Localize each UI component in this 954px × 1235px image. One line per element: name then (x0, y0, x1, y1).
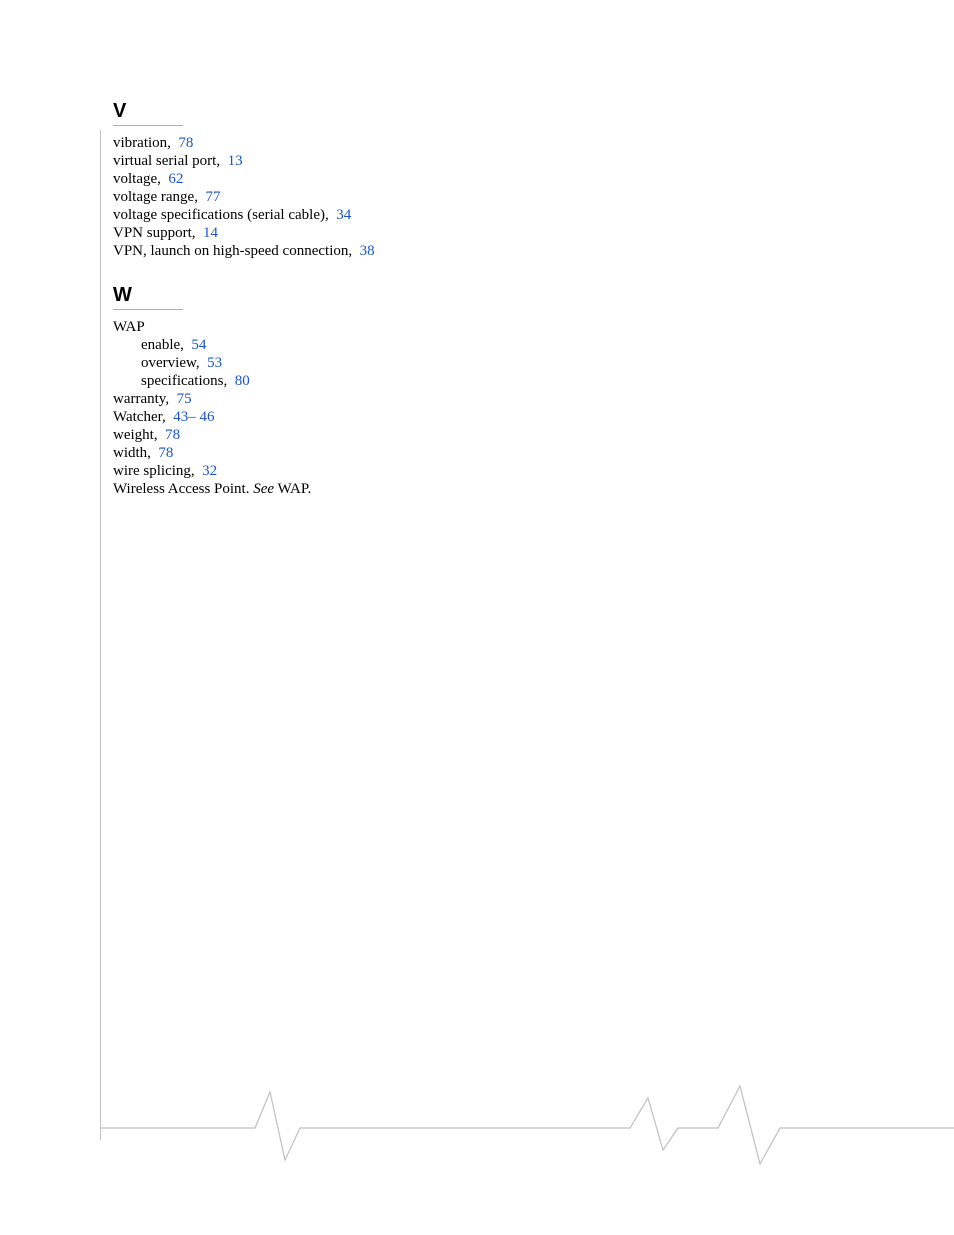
footer-wave-decoration (100, 1080, 954, 1170)
entry-voltage: voltage, 62 (113, 170, 673, 188)
page-link[interactable]: 32 (202, 463, 217, 479)
entry-sep: , (157, 171, 161, 187)
page-link[interactable]: 53 (207, 355, 222, 371)
entry-sep: , (180, 337, 184, 353)
index-page: V vibration, 78 virtual serial port, 13 … (0, 0, 954, 1235)
entry-sep: , (162, 409, 166, 425)
section-w-entries: WAP enable, 54 overview, 53 specificatio… (113, 318, 673, 498)
page-link[interactable]: 78 (158, 445, 173, 461)
entry-wireless-access-point: Wireless Access Point. See WAP. (113, 480, 673, 498)
page-link[interactable]: 78 (178, 135, 193, 151)
entry-text: width (113, 445, 147, 461)
entry-text: vibration (113, 135, 167, 151)
heading-underline (113, 125, 183, 126)
entry-virtual-serial-port: virtual serial port, 13 (113, 152, 673, 170)
entry-voltage-range: voltage range, 77 (113, 188, 673, 206)
entry-sep: , (216, 153, 220, 169)
entry-width: width, 78 (113, 444, 673, 462)
entry-wap: WAP (113, 318, 673, 336)
entry-suffix: WAP. (274, 481, 311, 497)
subentry-wap-specifications: specifications, 80 (141, 372, 673, 390)
page-link-from[interactable]: 43 (173, 409, 188, 425)
page-link[interactable]: 80 (235, 373, 250, 389)
entry-sep: , (196, 355, 200, 371)
entry-sep: , (325, 207, 329, 223)
section-heading-v: V (113, 100, 673, 128)
entry-sep: , (192, 225, 196, 241)
entry-text: voltage specifications (serial cable) (113, 207, 325, 223)
subentry-wap-overview: overview, 53 (141, 354, 673, 372)
left-margin-rule (100, 130, 101, 1140)
entry-text: overview (141, 355, 196, 371)
heading-underline (113, 309, 183, 310)
entry-text: weight (113, 427, 154, 443)
page-link[interactable]: 54 (191, 337, 206, 353)
entry-text: WAP (113, 319, 145, 335)
index-content: V vibration, 78 virtual serial port, 13 … (113, 100, 673, 522)
entry-text: wire splicing (113, 463, 191, 479)
entry-text: virtual serial port (113, 153, 216, 169)
entry-prefix: Wireless Access Point. (113, 481, 253, 497)
entry-text: enable (141, 337, 180, 353)
section-heading-v-label: V (113, 100, 126, 122)
entry-watcher: Watcher, 43– 46 (113, 408, 673, 426)
entry-vpn-launch: VPN, launch on high-speed connection, 38 (113, 242, 673, 260)
entry-sep: , (348, 243, 352, 259)
entry-vibration: vibration, 78 (113, 134, 673, 152)
entry-sep: , (191, 463, 195, 479)
wap-subentries: enable, 54 overview, 53 specifications, … (141, 336, 673, 390)
see-word: See (253, 481, 274, 497)
entry-wire-splicing: wire splicing, 32 (113, 462, 673, 480)
page-link[interactable]: 38 (360, 243, 375, 259)
entry-text: voltage (113, 171, 157, 187)
entry-vpn-support: VPN support, 14 (113, 224, 673, 242)
entry-sep: , (167, 135, 171, 151)
page-link[interactable]: 34 (336, 207, 351, 223)
entry-voltage-specs: voltage specifications (serial cable), 3… (113, 206, 673, 224)
entry-text: warranty (113, 391, 165, 407)
page-link[interactable]: 14 (203, 225, 218, 241)
entry-weight: weight, 78 (113, 426, 673, 444)
entry-sep: , (154, 427, 158, 443)
page-link[interactable]: 75 (177, 391, 192, 407)
page-link[interactable]: 13 (228, 153, 243, 169)
entry-sep: , (223, 373, 227, 389)
page-link[interactable]: 62 (168, 171, 183, 187)
entry-text: specifications (141, 373, 223, 389)
section-v-entries: vibration, 78 virtual serial port, 13 vo… (113, 134, 673, 260)
entry-sep: , (194, 189, 198, 205)
section-heading-w-label: W (113, 284, 132, 306)
entry-text: VPN, launch on high-speed connection (113, 243, 348, 259)
entry-warranty: warranty, 75 (113, 390, 673, 408)
entry-text: Watcher (113, 409, 162, 425)
subentry-wap-enable: enable, 54 (141, 336, 673, 354)
entry-sep: , (147, 445, 151, 461)
section-heading-w: W (113, 284, 673, 312)
page-link-to[interactable]: 46 (200, 409, 215, 425)
entry-text: VPN support (113, 225, 192, 241)
page-link[interactable]: 77 (205, 189, 220, 205)
page-link[interactable]: 78 (165, 427, 180, 443)
entry-text: voltage range (113, 189, 194, 205)
page-range-dash: – (188, 409, 196, 425)
entry-sep: , (165, 391, 169, 407)
